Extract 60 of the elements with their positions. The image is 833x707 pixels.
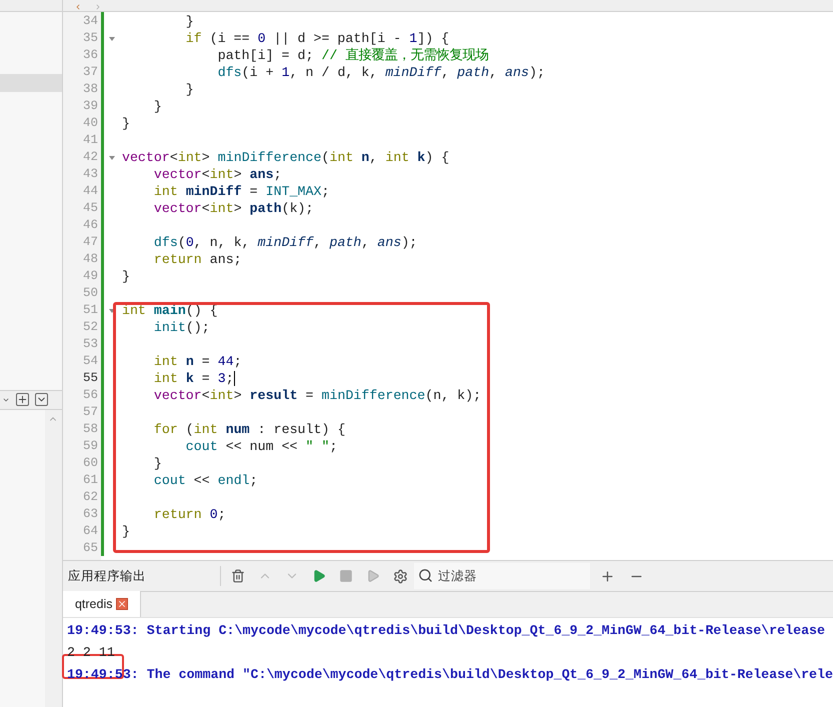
line-number: 53 [82,336,98,354]
line-number: 59 [82,438,98,456]
line-number: 41 [82,132,98,150]
code-line: } [122,268,130,285]
line-number: 62 [82,489,98,506]
code-line: vector<int> ans; [152,166,282,183]
code-line: path[i] = d; // 直接覆盖，无需恢复现场 [216,47,488,64]
code-line: init(); [152,319,210,336]
output-line: 19:49:53: Starting C:\mycode\mycode\qtredis\build\Desktop_Qt_6_9_2_MinGW_64_bit-Release\release [66,623,826,638]
output-tab[interactable]: qtredis [62,591,140,617]
code-line: cout << num << " "; [184,438,338,455]
code-line: return ans; [152,251,242,268]
line-number: 45 [82,200,98,218]
line-number: 64 [82,523,98,540]
code-line: vector<int> result = minDifference(n, k); [152,387,482,404]
line-number: 58 [82,421,98,438]
pane-title: 应用程序输出 [66,568,147,585]
line-number: 65 [82,540,98,558]
code-line: dfs(i + 1, n / d, k, minDiff, path, ans); [216,64,545,81]
line-number: 49 [82,268,98,286]
code-line: vector<int> path(k); [152,200,314,217]
line-number: 35 [82,30,98,48]
code-line: } [184,81,194,98]
code-line: for (int num : result) { [152,421,346,438]
line-number: 50 [82,285,98,302]
line-number: 34 [82,13,98,30]
line-number: 43 [82,166,98,184]
line-number: 60 [82,455,98,472]
line-number: 51 [82,302,98,320]
line-number: 61 [82,472,98,490]
line-number: 39 [82,98,98,116]
code-line: dfs(0, n, k, minDiff, path, ans); [152,234,418,251]
code-line: } [152,455,162,472]
code-line: cout << endl; [152,472,258,489]
code-line: } [122,523,130,540]
line-number: 56 [82,387,98,404]
code-line: if (i == 0 || d >= path[i - 1]) { [184,30,450,47]
line-number: 40 [82,115,98,132]
line-number: 36 [82,47,98,64]
filter-field[interactable]: 过滤器 [414,563,590,589]
code-line: return 0; [152,506,226,523]
code-line: int k = 3; [152,370,234,387]
code-line: } [184,13,194,30]
line-number: 48 [82,251,98,268]
line-number: 52 [82,319,98,336]
line-number: 42 [82,149,98,166]
line-number: 38 [82,81,98,98]
code-line: } [122,115,130,132]
code-line: vector<int> minDifference(int n, int k) { [122,149,450,166]
line-number: 55 [82,370,98,388]
line-number: 44 [82,183,98,200]
code-line: int n = 44; [152,353,242,370]
line-number: 63 [82,506,98,524]
line-number: 46 [82,217,98,234]
line-number: 47 [82,234,98,252]
line-number: 57 [82,404,98,422]
line-number: 54 [82,353,98,370]
code-line: } [152,98,162,115]
line-number: 37 [82,64,98,82]
code-line: int minDiff = INT_MAX; [152,183,330,200]
